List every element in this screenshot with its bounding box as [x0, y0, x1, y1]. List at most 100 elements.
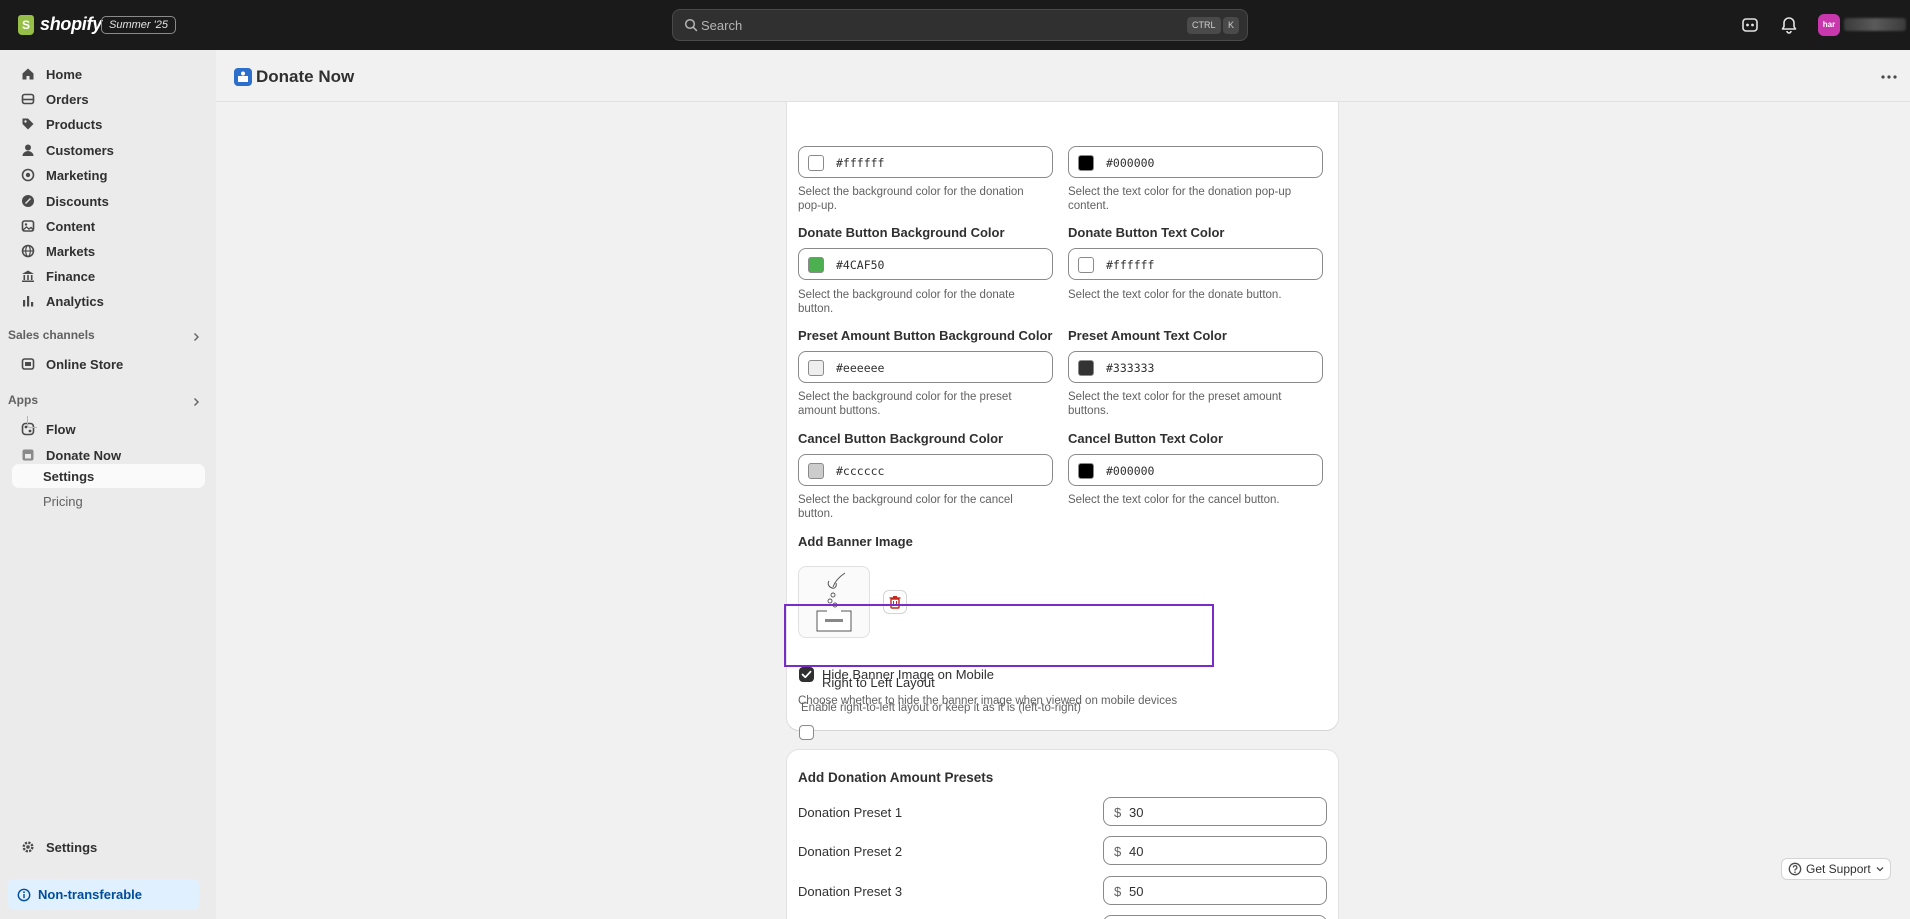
shopify-logo[interactable]: shopify [18, 14, 102, 35]
popup-bg-swatch[interactable] [808, 155, 824, 171]
help-circle-icon [1788, 862, 1802, 876]
focus-highlight [784, 604, 1214, 667]
person-icon [20, 142, 36, 158]
sidebar-item-settings[interactable]: Settings [12, 835, 204, 859]
popup-bg-help: Select the background color for the dona… [798, 186, 1024, 212]
donate-text-color-input[interactable]: #ffffff [1068, 248, 1323, 280]
cancel-text-label: Cancel Button Text Color [1068, 431, 1224, 446]
preset-text-help: Select the text color for the preset amo… [1068, 391, 1282, 417]
cancel-bg-help: Select the background color for the canc… [798, 494, 1013, 520]
bar-chart-icon [20, 293, 36, 309]
bank-icon [20, 268, 36, 284]
apps-label: Apps [8, 393, 38, 407]
sidekick-icon[interactable] [1740, 15, 1760, 35]
popup-text-color-input[interactable]: #000000 [1068, 146, 1323, 178]
info-icon [17, 888, 31, 901]
cancel-text-help: Select the text color for the cancel but… [1068, 494, 1280, 506]
sales-channels-label: Sales channels [8, 328, 95, 342]
account-name-blurred[interactable] [1844, 18, 1906, 31]
sidebar-item-settings-sub[interactable]: Settings [12, 464, 205, 488]
preset-2-input[interactable]: $ 40 [1103, 836, 1327, 865]
cancel-bg-color-input[interactable]: #cccccc [798, 454, 1053, 486]
preset-bg-help: Select the background color for the pres… [798, 391, 1012, 417]
preset-text-label: Preset Amount Text Color [1068, 328, 1227, 343]
tree-connector [27, 416, 37, 428]
cancel-text-color-input[interactable]: #000000 [1068, 454, 1323, 486]
preset-text-color-input[interactable]: #333333 [1068, 351, 1323, 383]
preset-2-label: Donation Preset 2 [798, 844, 903, 859]
orders-icon [20, 91, 36, 107]
rtl-help: Enable right-to-left layout or keep it a… [801, 702, 1081, 714]
sidebar: Home Orders Products Customers Marketing… [0, 50, 216, 919]
sidebar-item-analytics[interactable]: Analytics [12, 289, 204, 313]
cancel-text-swatch[interactable] [1078, 463, 1094, 479]
page-header: Donate Now [216, 50, 1910, 102]
sidebar-item-markets[interactable]: Markets [12, 239, 204, 263]
presets-card: Add Donation Amount Presets Donation Pre… [787, 750, 1338, 919]
sidebar-item-finance[interactable]: Finance [12, 264, 204, 288]
preset-3-input[interactable]: $ 50 [1103, 876, 1327, 905]
search-icon [684, 18, 698, 32]
popup-text-swatch[interactable] [1078, 155, 1094, 171]
content-icon [20, 218, 36, 234]
shortcut-k-key: K [1223, 17, 1240, 34]
sidebar-item-online-store[interactable]: Online Store [12, 352, 204, 376]
hide-banner-checkbox[interactable] [799, 667, 814, 682]
non-transferable-banner[interactable]: Non-transferable [8, 879, 199, 910]
sidebar-item-flow[interactable]: Flow [12, 417, 204, 441]
sidebar-item-products[interactable]: Products [12, 112, 204, 136]
preset-1-label: Donation Preset 1 [798, 805, 903, 820]
get-support-button[interactable]: Get Support [1781, 858, 1891, 880]
cancel-bg-label: Cancel Button Background Color [798, 431, 1004, 446]
rtl-checkbox[interactable] [799, 725, 814, 740]
page-title: Donate Now [256, 67, 355, 86]
donate-bg-help: Select the background color for the dona… [798, 289, 1015, 315]
brand-name: shopify [40, 14, 102, 34]
preset-3-label: Donation Preset 3 [798, 884, 903, 899]
gear-icon [20, 839, 36, 855]
preset-text-swatch[interactable] [1078, 360, 1094, 376]
popup-bg-color-input[interactable]: #ffffff [798, 146, 1053, 178]
shopping-bag-icon [18, 14, 34, 35]
tag-icon [20, 116, 36, 132]
globe-icon [20, 243, 36, 259]
sidebar-item-customers[interactable]: Customers [12, 138, 204, 162]
preset-bg-color-input[interactable]: #eeeeee [798, 351, 1053, 383]
donate-bg-swatch[interactable] [808, 257, 824, 273]
sidebar-item-home[interactable]: Home [12, 62, 204, 86]
preset-4-input[interactable] [1103, 915, 1327, 919]
cancel-bg-swatch[interactable] [808, 463, 824, 479]
store-icon [20, 356, 36, 372]
search-bar[interactable]: Search CTRL K [672, 9, 1248, 41]
donate-text-label: Donate Button Text Color [1068, 225, 1225, 240]
sidebar-item-content[interactable]: Content [12, 214, 204, 238]
banner-label: Add Banner Image [798, 534, 913, 549]
sidebar-item-marketing[interactable]: Marketing [12, 163, 204, 187]
chevron-down-icon [1876, 867, 1884, 872]
donate-app-icon [20, 447, 36, 463]
home-icon [20, 66, 36, 82]
donate-text-swatch[interactable] [1078, 257, 1094, 273]
avatar[interactable]: har [1818, 14, 1840, 36]
chevron-right-icon[interactable] [191, 332, 201, 342]
shortcut-ctrl-key: CTRL [1187, 17, 1221, 34]
edition-badge[interactable]: Summer '25 [101, 16, 176, 34]
donate-bg-color-input[interactable]: #4CAF50 [798, 248, 1053, 280]
donate-app-icon [234, 68, 252, 86]
more-actions-icon[interactable] [1879, 69, 1899, 85]
preset-bg-swatch[interactable] [808, 360, 824, 376]
popup-text-help: Select the text color for the donation p… [1068, 186, 1292, 212]
sidebar-item-pricing[interactable]: Pricing [12, 489, 205, 513]
discount-icon [20, 193, 36, 209]
bell-icon[interactable] [1779, 15, 1799, 35]
top-bar: shopify Summer '25 Search CTRL K har [0, 0, 1910, 50]
donate-text-help: Select the text color for the donate but… [1068, 289, 1282, 301]
target-icon [20, 167, 36, 183]
rtl-label[interactable]: Right to Left Layout [822, 675, 935, 690]
preset-1-input[interactable]: $ 30 [1103, 797, 1327, 826]
chevron-right-icon[interactable] [191, 397, 201, 407]
preset-bg-label: Preset Amount Button Background Color [798, 328, 1053, 343]
sidebar-item-discounts[interactable]: Discounts [12, 189, 204, 213]
sidebar-item-orders[interactable]: Orders [12, 87, 204, 111]
search-placeholder: Search [701, 18, 743, 33]
